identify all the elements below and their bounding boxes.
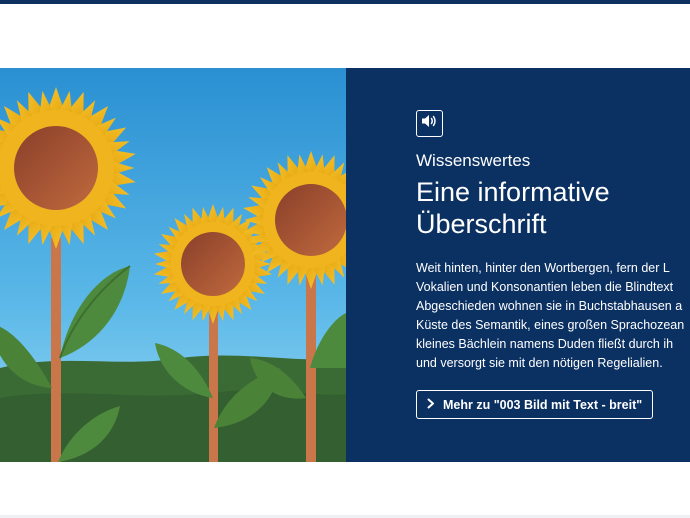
- top-accent-bar: [0, 0, 690, 4]
- teaser-body-text: Weit hinten, hinter den Wortbergen, fern…: [416, 259, 684, 373]
- headline-line: Überschrift: [416, 209, 547, 239]
- teaser-kicker: Wissenswertes: [416, 151, 531, 170]
- headline-line: Eine informative: [416, 177, 610, 207]
- read-aloud-button[interactable]: [416, 110, 443, 137]
- more-link-label: Mehr zu "003 Bild mit Text - breit": [443, 397, 643, 412]
- body-line: Küste des Semantik, eines großen Spracho…: [416, 318, 685, 332]
- body-line: kleines Bächlein namens Duden fließt dur…: [416, 337, 674, 351]
- speaker-icon: [421, 114, 438, 133]
- teaser-text-panel: Wissenswertes Eine informative Überschri…: [346, 68, 690, 462]
- more-link-button[interactable]: Mehr zu "003 Bild mit Text - breit": [416, 390, 654, 419]
- body-line: Vokalien und Konsonantien leben die Blin…: [416, 280, 674, 294]
- teaser-headline: Eine informative Überschrift: [416, 176, 610, 240]
- chevron-right-icon: [427, 398, 435, 412]
- body-line: Weit hinten, hinter den Wortbergen, fern…: [416, 261, 670, 275]
- body-line: Abgeschieden wohnen sie in Buchstabhause…: [416, 299, 683, 313]
- body-line: und versorgt sie mit den nötigen Regelia…: [416, 356, 663, 370]
- sunflower-illustration: [0, 68, 346, 462]
- image-text-teaser: Wissenswertes Eine informative Überschri…: [0, 68, 690, 462]
